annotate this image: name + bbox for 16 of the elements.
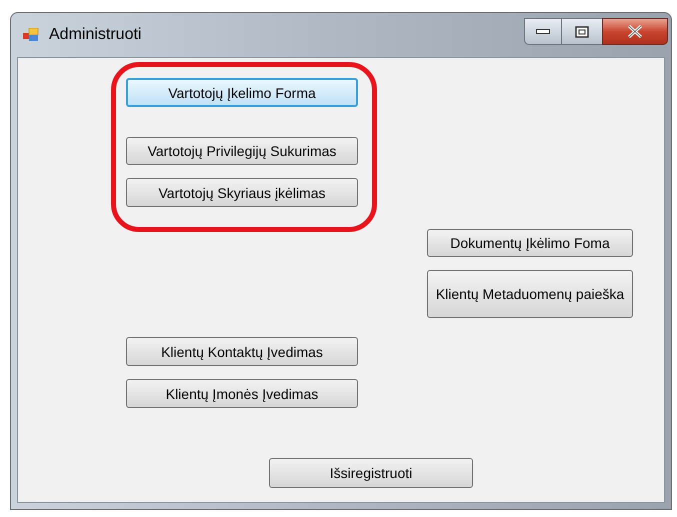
form-button[interactable]: Išsiregistruoti <box>269 458 473 488</box>
restore-icon <box>575 26 589 38</box>
form-button[interactable]: Vartotojų Įkelimo Forma <box>126 78 358 107</box>
form-button[interactable]: Vartotojų Privilegijų Sukurimas <box>126 137 358 165</box>
form-button[interactable]: Dokumentų Įkėlimo Foma <box>427 229 633 257</box>
close-icon <box>627 25 643 38</box>
window-title: Administruoti <box>49 25 142 45</box>
form-button[interactable]: Vartotojų Skyriaus įkėlimas <box>126 178 358 207</box>
close-button[interactable] <box>602 18 668 45</box>
app-icon <box>23 28 39 42</box>
form-button[interactable]: Klientų Kontaktų Įvedimas <box>126 337 358 366</box>
minimize-icon <box>536 29 550 34</box>
minimize-button[interactable] <box>524 18 562 45</box>
maximize-button[interactable] <box>562 18 602 45</box>
form-button[interactable]: Klientų Metaduomenų paieška <box>427 270 633 318</box>
form-button[interactable]: Klientų Įmonės Įvedimas <box>126 379 358 408</box>
